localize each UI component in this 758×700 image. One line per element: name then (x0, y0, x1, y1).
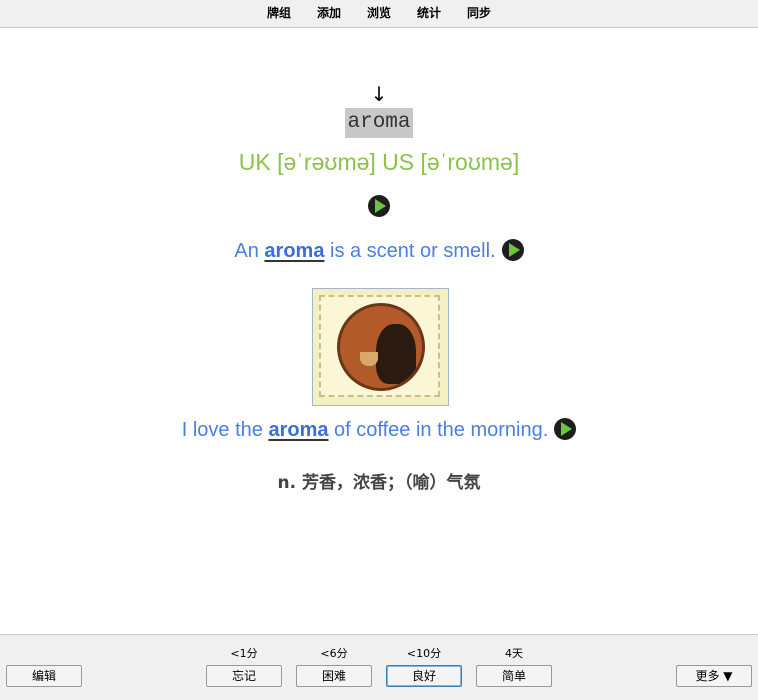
play-sentence2-audio-icon[interactable] (554, 418, 577, 440)
sentence2-before: I love the (181, 419, 269, 441)
menu-browse[interactable]: 浏览 (354, 0, 404, 27)
interval-good: <10分 (406, 647, 442, 660)
card-area: ↓ aroma UK [əˈrəʊmə] US [əˈroʊmə] An aro… (0, 28, 758, 634)
again-button[interactable]: 忘记 (206, 665, 282, 687)
chinese-definition: n. 芳香，浓香；（喻）气氛 (277, 473, 481, 493)
coffee-lady-stamp-image (312, 288, 449, 406)
coffee-circle (337, 303, 425, 391)
sentence1-before: An (234, 240, 265, 262)
silhouette-shape (376, 324, 416, 384)
menu-sync[interactable]: 同步 (454, 0, 504, 27)
interval-hard: <6分 (320, 647, 348, 660)
answer-bar: 编辑 <1分 忘记 <6分 困难 <10分 良好 4天 简单 更多 ▼ (0, 634, 758, 700)
play-word-audio-icon[interactable] (368, 195, 390, 217)
menu-stats[interactable]: 统计 (404, 0, 454, 27)
example-sentence: I love the aroma of coffee in the mornin… (0, 418, 758, 442)
sentence1-after: is a scent or smell. (324, 240, 496, 262)
sentence1-highlight: aroma (264, 240, 325, 262)
easy-button[interactable]: 简单 (476, 665, 552, 687)
interval-again: <1分 (230, 647, 258, 660)
play-sentence1-audio-icon[interactable] (501, 239, 524, 261)
sentence2-after: of coffee in the morning. (328, 419, 549, 441)
sentence2-highlight: aroma (268, 419, 329, 441)
interval-easy: 4天 (505, 647, 523, 660)
good-button[interactable]: 良好 (386, 665, 462, 687)
hard-button[interactable]: 困难 (296, 665, 372, 687)
more-button[interactable]: 更多 ▼ (676, 665, 752, 687)
definition-sentence: An aroma is a scent or smell. (0, 239, 758, 263)
card-word: aroma (345, 108, 413, 138)
word-audio-row (0, 195, 758, 217)
down-arrow-icon: ↓ (370, 82, 388, 106)
cup-shape (360, 352, 378, 366)
phonetic-text: UK [əˈrəʊmə] US [əˈroʊmə] (238, 149, 520, 175)
menu-decks[interactable]: 牌组 (254, 0, 304, 27)
top-toolbar: 牌组 添加 浏览 统计 同步 (0, 0, 758, 28)
stamp-frame (319, 295, 440, 397)
word-container: aroma (0, 108, 758, 138)
edit-button[interactable]: 编辑 (6, 665, 82, 687)
menu-add[interactable]: 添加 (304, 0, 354, 27)
